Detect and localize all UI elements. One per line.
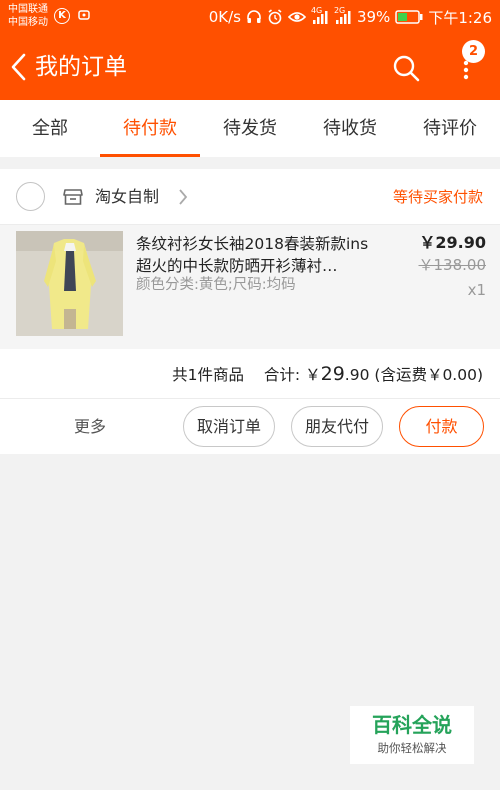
friend-pay-button[interactable]: 朋友代付 xyxy=(291,406,383,447)
active-tab-indicator xyxy=(100,154,200,157)
app-header: 我的订单 2 xyxy=(0,33,500,100)
watermark-logo: 百科全说 助你轻松解决 xyxy=(350,706,474,764)
alarm-icon xyxy=(268,9,282,25)
cancel-order-button[interactable]: 取消订单 xyxy=(183,406,275,447)
net-speed: 0K/s xyxy=(208,8,241,26)
order-tabs: 全部 待付款 待发货 待收货 待评价 xyxy=(0,100,500,157)
shop-row: 淘女自制 等待买家付款 xyxy=(0,169,500,225)
total-integer: 29 xyxy=(320,363,345,385)
tab-pending-review-label: 待评价 xyxy=(423,118,477,139)
status-bar: 中国联通 中国移动 K 0K/s 4G 2G 39% 下午1:26 xyxy=(0,0,500,33)
clock: 下午1:26 xyxy=(428,8,492,27)
order-actions: 更多 取消订单 朋友代付 付款 xyxy=(0,399,500,454)
shop-icon xyxy=(63,189,83,205)
order-card: 淘女自制 等待买家付款 条纹衬衫女长袖2018春装新款ins超火的中长款防晒开衫… xyxy=(0,169,500,454)
k-badge-icon: K xyxy=(54,8,70,24)
tab-all[interactable]: 全部 xyxy=(0,100,100,157)
tab-pending-receipt[interactable]: 待收货 xyxy=(300,100,400,157)
eye-icon xyxy=(287,12,306,22)
tab-pending-shipment[interactable]: 待发货 xyxy=(200,100,300,157)
order-status: 等待买家付款 xyxy=(392,188,483,206)
more-button[interactable]: 更多 xyxy=(74,415,106,439)
item-count: 共1件商品 xyxy=(172,366,245,384)
notification-icon xyxy=(78,10,90,20)
shipping-note: (含运费￥0.00) xyxy=(374,366,483,384)
tab-pending-receipt-label: 待收货 xyxy=(323,118,377,139)
back-arrow-icon[interactable] xyxy=(8,52,32,82)
battery-icon xyxy=(395,10,423,24)
product-price: ￥29.90 xyxy=(419,233,486,252)
pay-button[interactable]: 付款 xyxy=(399,406,484,447)
carrier-2: 中国移动 xyxy=(8,17,48,28)
tab-all-label: 全部 xyxy=(32,118,68,139)
order-item[interactable]: 条纹衬衫女长袖2018春装新款ins超火的中长款防晒开衫薄衬… 颜色分类:黄色;… xyxy=(0,225,500,349)
chevron-right-icon[interactable] xyxy=(177,187,189,207)
watermark-subtitle: 助你轻松解决 xyxy=(377,741,447,755)
product-quantity: x1 xyxy=(467,281,486,299)
product-image xyxy=(16,231,123,336)
carrier-info: 中国联通 中国移动 xyxy=(8,3,48,29)
product-thumbnail[interactable] xyxy=(16,231,123,336)
shop-name[interactable]: 淘女自制 xyxy=(95,185,159,209)
net-4g-label: 4G xyxy=(310,6,323,15)
net-2g-label: 2G xyxy=(333,6,346,15)
product-spec: 颜色分类:黄色;尺码:均码 xyxy=(136,277,296,293)
carrier-1: 中国联通 xyxy=(8,4,48,15)
tab-pending-shipment-label: 待发货 xyxy=(223,118,277,139)
status-right: 0K/s 4G 2G 39% 下午1:26 xyxy=(209,6,492,28)
search-icon[interactable] xyxy=(391,53,421,83)
summary-text: 共1件商品 合计: ￥29.90 (含运费￥0.00) xyxy=(172,362,483,387)
order-select-checkbox[interactable] xyxy=(16,182,45,211)
original-price: ￥138.00 xyxy=(418,256,487,274)
product-title[interactable]: 条纹衬衫女长袖2018春装新款ins超火的中长款防晒开衫薄衬… xyxy=(136,233,376,277)
message-badge: 2 xyxy=(462,40,485,63)
page-title: 我的订单 xyxy=(35,54,127,80)
watermark-title: 百科全说 xyxy=(372,713,452,737)
total-currency: ￥ xyxy=(305,366,321,384)
total-label: 合计: xyxy=(263,366,301,384)
tab-pending-payment-label: 待付款 xyxy=(123,118,177,139)
total-decimal: .90 xyxy=(344,366,370,384)
battery-percent: 39% xyxy=(356,8,391,26)
tab-pending-review[interactable]: 待评价 xyxy=(400,100,500,157)
tab-pending-payment[interactable]: 待付款 xyxy=(100,100,200,157)
order-summary: 共1件商品 合计: ￥29.90 (含运费￥0.00) xyxy=(0,349,500,399)
headset-icon xyxy=(247,10,261,23)
